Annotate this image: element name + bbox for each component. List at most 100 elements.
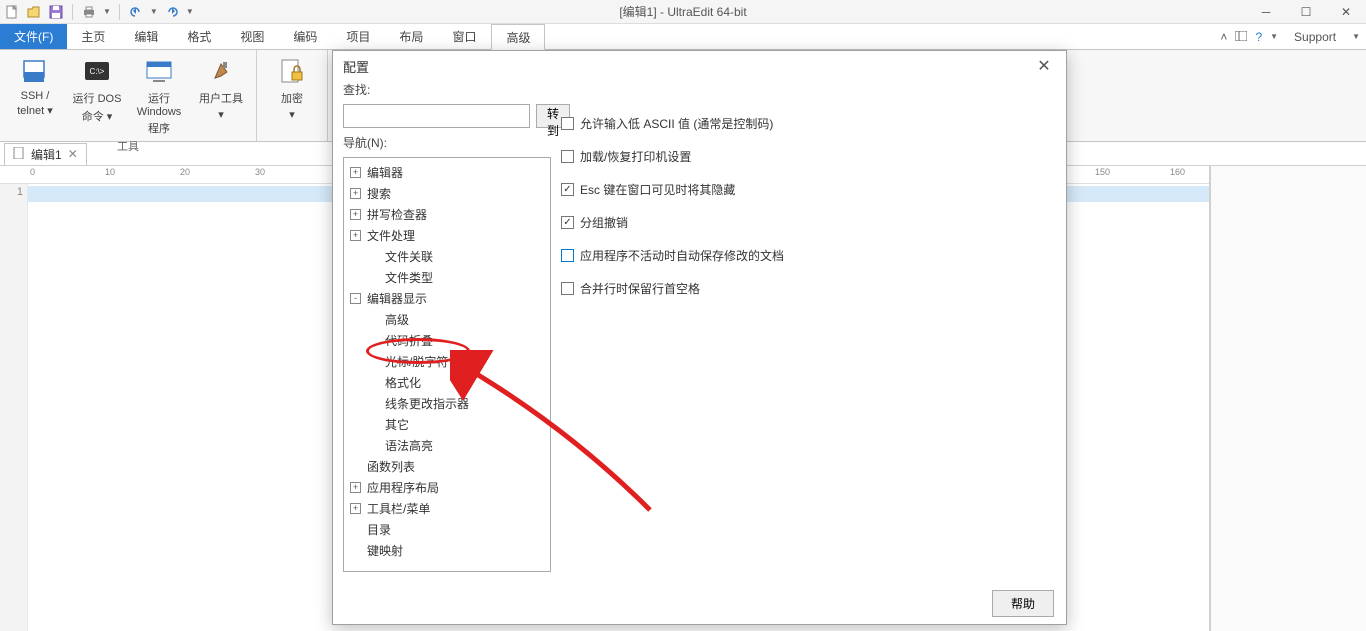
tree-item-label: 编辑器 (363, 164, 403, 181)
ribbon-tab-6[interactable]: 布局 (385, 24, 438, 49)
tree-item[interactable]: 键映射 (346, 540, 548, 561)
tree-toggle-icon[interactable]: + (350, 503, 361, 514)
ribbon-item-icon (205, 56, 237, 88)
checkbox[interactable] (561, 183, 574, 196)
quick-access-toolbar: ▼ ▼ ▼ [编辑1] - UltraEdit 64-bit ─ ☐ ✕ (0, 0, 1366, 24)
tree-item[interactable]: +编辑器 (346, 162, 548, 183)
ribbon-item[interactable]: 运行 Windows程序 (132, 54, 186, 136)
tree-toggle-icon[interactable]: + (350, 209, 361, 220)
dropdown-icon[interactable]: ▼ (103, 7, 111, 16)
help-icon[interactable]: ? (1255, 30, 1262, 44)
dropdown-icon[interactable]: ▼ (1352, 32, 1360, 41)
tree-item-label: 代码折叠 (381, 332, 433, 349)
checkbox[interactable] (561, 216, 574, 229)
support-button[interactable]: Support (1286, 30, 1344, 44)
checkbox[interactable] (561, 282, 574, 295)
svg-text:C:\>: C:\> (90, 67, 105, 76)
collapse-ribbon-icon[interactable]: ˄ (1220, 30, 1227, 44)
option-label: 加载/恢复打印机设置 (580, 148, 691, 165)
minimize-button[interactable]: ─ (1246, 0, 1286, 24)
redo-icon[interactable] (164, 4, 180, 20)
new-file-icon[interactable] (4, 4, 20, 20)
tree-item[interactable]: 格式化 (346, 372, 548, 393)
tree-item[interactable]: -编辑器显示 (346, 288, 548, 309)
checkbox[interactable] (561, 150, 574, 163)
tree-toggle-icon[interactable]: - (350, 293, 361, 304)
option-label: 分组撤销 (580, 214, 628, 231)
tree-item[interactable]: 其它 (346, 414, 548, 435)
tree-item[interactable]: 目录 (346, 519, 548, 540)
tree-item-label: 目录 (363, 521, 391, 538)
option-row: Esc 键在窗口可见时将其隐藏 (561, 173, 1056, 206)
tree-item[interactable]: +拼写检查器 (346, 204, 548, 225)
dropdown-icon[interactable]: ▼ (1270, 32, 1278, 41)
window-title: [编辑1] - UltraEdit 64-bit (619, 3, 746, 20)
tree-item-label: 拼写检查器 (363, 206, 427, 223)
maximize-button[interactable]: ☐ (1286, 0, 1326, 24)
dialog-titlebar: 配置 ✕ (333, 51, 1066, 81)
save-icon[interactable] (48, 4, 64, 20)
undo-icon[interactable] (128, 4, 144, 20)
dropdown-icon[interactable]: ▼ (186, 7, 194, 16)
open-file-icon[interactable] (26, 4, 42, 20)
nav-tree[interactable]: +编辑器+搜索+拼写检查器+文件处理文件关联文件类型-编辑器显示高级代码折叠光标… (343, 157, 551, 572)
ribbon-tab-1[interactable]: 编辑 (120, 24, 173, 49)
file-tab[interactable]: 文件(F) (0, 24, 67, 49)
tree-item-label: 键映射 (363, 542, 403, 559)
option-row: 加载/恢复打印机设置 (561, 140, 1056, 173)
tree-item[interactable]: +搜索 (346, 183, 548, 204)
ribbon-item[interactable]: C:\>运行 DOS命令 ▾ (70, 54, 124, 136)
ribbon-tab-2[interactable]: 格式 (173, 24, 226, 49)
tree-item[interactable]: 高级 (346, 309, 548, 330)
tree-item-label: 文件类型 (381, 269, 433, 286)
tree-item-label: 语法高亮 (381, 437, 433, 454)
ribbon-item[interactable]: 用户工具▾ (194, 54, 248, 136)
tree-item[interactable]: 函数列表 (346, 456, 548, 477)
ruler-mark: 160 (1170, 167, 1185, 177)
tree-item[interactable]: 文件类型 (346, 267, 548, 288)
document-tab[interactable]: 编辑1 ✕ (4, 143, 87, 165)
ribbon-tab-0[interactable]: 主页 (67, 24, 120, 49)
tree-item-label: 应用程序布局 (363, 479, 439, 496)
checkbox[interactable] (561, 249, 574, 262)
ribbon-tab-4[interactable]: 编码 (279, 24, 332, 49)
ruler-mark: 150 (1095, 167, 1110, 177)
tree-item[interactable]: 文件关联 (346, 246, 548, 267)
option-row: 分组撤销 (561, 206, 1056, 239)
find-input[interactable] (343, 104, 530, 128)
tree-item[interactable]: +应用程序布局 (346, 477, 548, 498)
print-icon[interactable] (81, 4, 97, 20)
line-gutter: 1 (0, 184, 28, 631)
help-button[interactable]: 帮助 (992, 590, 1054, 617)
ribbon-tab-8[interactable]: 高级 (491, 24, 545, 50)
ribbon-item-encrypt[interactable]: 加密▾ (265, 54, 319, 135)
tree-item[interactable]: +文件处理 (346, 225, 548, 246)
close-tab-icon[interactable]: ✕ (68, 147, 78, 161)
tree-item[interactable]: 代码折叠 (346, 330, 548, 351)
ruler-mark: 10 (105, 167, 115, 177)
tree-item[interactable]: 光标/脱字符 (346, 351, 548, 372)
close-button[interactable]: ✕ (1326, 0, 1366, 24)
ribbon-tab-5[interactable]: 项目 (332, 24, 385, 49)
tree-toggle-icon[interactable]: + (350, 188, 361, 199)
tree-toggle-icon[interactable]: + (350, 482, 361, 493)
dialog-close-button[interactable]: ✕ (1032, 56, 1056, 76)
separator (119, 4, 120, 20)
tree-item[interactable]: 线条更改指示器 (346, 393, 548, 414)
tree-item-label: 光标/脱字符 (381, 353, 448, 370)
layout-icon[interactable] (1235, 30, 1247, 44)
option-row: 应用程序不活动时自动保存修改的文档 (561, 239, 1056, 272)
ribbon-tab-7[interactable]: 窗口 (438, 24, 491, 49)
editor-side-panel (1210, 166, 1366, 631)
tree-item[interactable]: 语法高亮 (346, 435, 548, 456)
dialog-body: 查找: 转到 导航(N): +编辑器+搜索+拼写检查器+文件处理文件关联文件类型… (333, 81, 1066, 582)
option-row: 合并行时保留行首空格 (561, 272, 1056, 305)
tree-toggle-icon[interactable]: + (350, 167, 361, 178)
ribbon-item[interactable]: SSH /telnet ▾ (8, 54, 62, 136)
tree-toggle-icon[interactable]: + (350, 230, 361, 241)
ribbon-item-icon: C:\> (81, 56, 113, 88)
ribbon-tab-3[interactable]: 视图 (226, 24, 279, 49)
checkbox[interactable] (561, 117, 574, 130)
tree-item[interactable]: +工具栏/菜单 (346, 498, 548, 519)
dropdown-icon[interactable]: ▼ (150, 7, 158, 16)
